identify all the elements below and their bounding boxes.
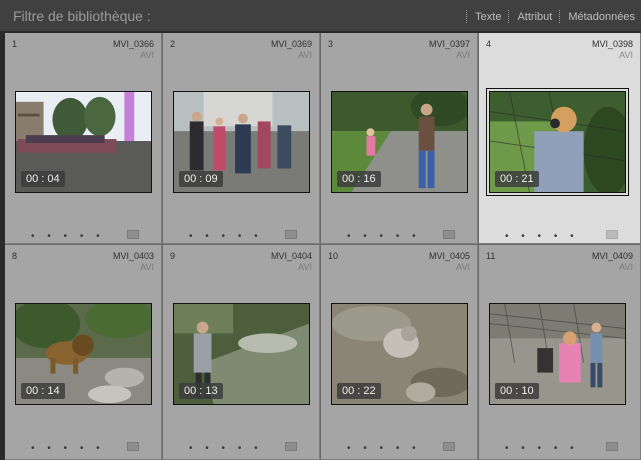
video-badge-icon — [285, 230, 297, 239]
grid-cell[interactable]: 3 MVI_0397 AVI 00 : 16 • • • • • — [321, 33, 478, 244]
video-thumbnail[interactable]: 00 : 13 — [173, 303, 310, 405]
grid-cell[interactable]: 8 MVI_0403 AVI 00 : 14 • • • • • — [5, 245, 162, 460]
video-thumbnail[interactable]: 00 : 21 — [486, 88, 629, 196]
thumbnail-grid: 1 MVI_0366 AVI 00 : 04 • • • • • 2 MVI_0… — [5, 33, 641, 460]
cell-extension: AVI — [140, 262, 154, 272]
video-thumbnail[interactable]: 00 : 04 — [15, 91, 152, 193]
video-duration: 00 : 04 — [21, 171, 65, 187]
tab-metadata[interactable]: Métadonnées — [568, 11, 635, 23]
cell-filename: MVI_0409 — [591, 251, 633, 261]
video-duration: 00 : 10 — [495, 383, 539, 399]
rating-dots[interactable]: • • • • • — [505, 231, 579, 242]
rating-dots[interactable]: • • • • • — [31, 443, 105, 454]
video-duration: 00 : 21 — [495, 171, 539, 187]
tab-text[interactable]: Texte — [475, 11, 501, 23]
video-duration: 00 : 14 — [21, 383, 65, 399]
cell-index: 3 — [328, 39, 334, 49]
cell-filename: MVI_0403 — [112, 251, 154, 261]
cell-filename: MVI_0369 — [270, 39, 312, 49]
cell-extension: AVI — [298, 50, 312, 60]
cell-filename: MVI_0398 — [591, 39, 633, 49]
cell-index: 9 — [170, 251, 176, 261]
cell-filename: MVI_0405 — [428, 251, 470, 261]
video-duration: 00 : 22 — [337, 383, 381, 399]
cell-extension: AVI — [298, 262, 312, 272]
cell-extension: AVI — [456, 50, 470, 60]
cell-index: 11 — [486, 251, 496, 261]
cell-index: 4 — [486, 39, 492, 49]
cell-extension: AVI — [456, 262, 470, 272]
cell-extension: AVI — [140, 50, 154, 60]
filter-tabs: Texte Attribut Métadonnées — [459, 10, 635, 23]
cell-index: 8 — [12, 251, 18, 261]
rating-dots[interactable]: • • • • • — [189, 231, 263, 242]
rating-dots[interactable]: • • • • • — [347, 231, 421, 242]
video-badge-icon — [606, 442, 618, 451]
cell-filename: MVI_0404 — [270, 251, 312, 261]
video-duration: 00 : 09 — [179, 171, 223, 187]
grid-cell[interactable]: 2 MVI_0369 AVI 00 : 09 • • • • • — [163, 33, 320, 244]
rating-dots[interactable]: • • • • • — [31, 231, 105, 242]
video-badge-icon — [443, 442, 455, 451]
tab-separator — [559, 10, 561, 23]
video-badge-icon — [443, 230, 455, 239]
video-badge-icon — [127, 230, 139, 239]
video-badge-icon — [285, 442, 297, 451]
tab-separator — [508, 10, 510, 23]
video-thumbnail[interactable]: 00 : 10 — [489, 303, 626, 405]
rating-dots[interactable]: • • • • • — [347, 443, 421, 454]
grid-cell[interactable]: 10 MVI_0405 AVI 00 : 22 • • • • • — [321, 245, 478, 460]
library-filter-bar: Filtre de bibliothèque : Texte Attribut … — [0, 0, 641, 32]
grid-cell[interactable]: 1 MVI_0366 AVI 00 : 04 • • • • • — [5, 33, 162, 244]
video-thumbnail[interactable]: 00 : 22 — [331, 303, 468, 405]
cell-filename: MVI_0397 — [428, 39, 470, 49]
library-filter-title: Filtre de bibliothèque : — [13, 8, 151, 24]
cell-extension: AVI — [619, 262, 633, 272]
grid-cell[interactable]: 11 MVI_0409 AVI 00 : 10 • • • • • — [479, 245, 641, 460]
tab-separator — [466, 10, 468, 23]
video-duration: 00 : 13 — [179, 383, 223, 399]
video-thumbnail[interactable]: 00 : 14 — [15, 303, 152, 405]
cell-index: 2 — [170, 39, 176, 49]
tab-attribute[interactable]: Attribut — [517, 11, 552, 23]
grid-cell[interactable]: 9 MVI_0404 AVI 00 : 13 • • • • • — [163, 245, 320, 460]
grid-cell-selected[interactable]: 4 MVI_0398 AVI 00 : 21 • • • • • — [479, 33, 641, 244]
video-thumbnail[interactable]: 00 : 16 — [331, 91, 468, 193]
video-thumbnail[interactable]: 00 : 09 — [173, 91, 310, 193]
cell-extension: AVI — [619, 50, 633, 60]
video-badge-icon — [127, 442, 139, 451]
rating-dots[interactable]: • • • • • — [189, 443, 263, 454]
video-duration: 00 : 16 — [337, 171, 381, 187]
cell-index: 1 — [12, 39, 18, 49]
cell-index: 10 — [328, 251, 339, 261]
rating-dots[interactable]: • • • • • — [505, 443, 579, 454]
video-badge-icon — [606, 230, 618, 239]
cell-filename: MVI_0366 — [112, 39, 154, 49]
